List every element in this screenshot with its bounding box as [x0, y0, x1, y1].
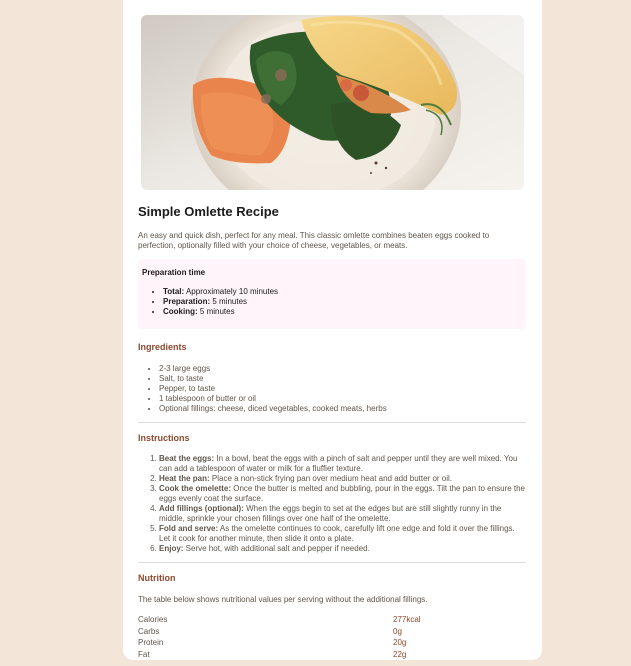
nutrition-value: 22g	[393, 649, 407, 659]
nutrition-value: 0g	[393, 626, 402, 636]
nutrition-table: Calories 277kcal Carbs 0g Protein 20g Fa…	[138, 615, 526, 660]
step-label: Fold and serve:	[159, 524, 219, 533]
ingredient-item: 2-3 large eggs	[159, 364, 526, 374]
step-label: Enjoy:	[159, 544, 184, 553]
step-text: Place a non-stick frying pan over medium…	[209, 474, 453, 483]
section-divider	[138, 422, 526, 423]
preparation-time-box: Preparation time Total: Approximately 10…	[138, 259, 526, 329]
nutrition-value: 277kcal	[393, 615, 421, 624]
nutrition-label: Fat	[138, 649, 150, 659]
nutrition-heading: Nutrition	[138, 573, 176, 583]
nutrition-value: 20g	[393, 638, 407, 647]
recipe-content: Simple Omlette Recipe An easy and quick …	[138, 204, 526, 660]
recipe-title: Simple Omlette Recipe	[138, 204, 279, 219]
table-row: Protein 20g	[138, 638, 526, 650]
step-text: Serve hot, with additional salt and pepp…	[183, 544, 370, 553]
prep-list: Total: Approximately 10 minutes Preparat…	[142, 287, 522, 317]
instruction-step: Enjoy: Serve hot, with additional salt a…	[159, 544, 526, 554]
ingredients-section: Ingredients 2-3 large eggs Salt, to tast…	[138, 342, 526, 414]
nutrition-section: Nutrition The table below shows nutritio…	[138, 573, 526, 660]
table-row: Calories 277kcal	[138, 615, 526, 627]
instructions-heading: Instructions	[138, 433, 190, 443]
ingredients-heading: Ingredients	[138, 342, 187, 352]
recipe-card: Simple Omlette Recipe An easy and quick …	[123, 0, 542, 660]
ingredient-item: 1 tablespoon of butter or oil	[159, 394, 526, 404]
section-divider	[138, 562, 526, 563]
nutrition-label: Calories	[138, 615, 168, 624]
instruction-step: Fold and serve: As the omelette continue…	[159, 524, 526, 544]
prep-item-label: Cooking:	[163, 307, 198, 316]
prep-item-total: Total: Approximately 10 minutes	[163, 287, 522, 297]
table-row: Carbs 0g	[138, 627, 526, 639]
prep-item-label: Preparation:	[163, 297, 211, 306]
prep-item-text: 5 minutes	[210, 297, 248, 306]
instructions-list: Beat the eggs: In a bowl, beat the eggs …	[138, 454, 526, 554]
ingredient-item: Pepper, to taste	[159, 384, 526, 394]
recipe-intro: An easy and quick dish, perfect for any …	[138, 231, 490, 250]
nutrition-label: Carbs	[138, 626, 160, 636]
ingredients-list: 2-3 large eggs Salt, to taste Pepper, to…	[138, 364, 526, 414]
prep-item-label: Total:	[163, 287, 185, 296]
ingredient-item: Optional fillings: cheese, diced vegetab…	[159, 404, 526, 414]
step-label: Heat the pan:	[159, 474, 210, 483]
nutrition-description: The table below shows nutritional values…	[138, 595, 428, 604]
table-row: Fat 22g	[138, 650, 526, 661]
prep-item-cooking: Cooking: 5 minutes	[163, 307, 522, 317]
step-label: Cook the omelette:	[159, 484, 232, 493]
prep-item-text: 5 minutes	[197, 307, 235, 316]
prep-item-text: Approximately 10 minutes	[184, 287, 279, 296]
ingredient-item: Salt, to taste	[159, 374, 526, 384]
omelette-image	[141, 15, 524, 190]
prep-heading: Preparation time	[142, 268, 206, 277]
instruction-step: Cook the omelette: Once the butter is me…	[159, 484, 526, 504]
step-label: Beat the eggs:	[159, 454, 215, 463]
instructions-section: Instructions Beat the eggs: In a bowl, b…	[138, 433, 526, 554]
nutrition-label: Protein	[138, 638, 164, 647]
instruction-step: Add fillings (optional): When the eggs b…	[159, 504, 526, 524]
step-label: Add fillings (optional):	[159, 504, 244, 513]
instruction-step: Beat the eggs: In a bowl, beat the eggs …	[159, 454, 526, 474]
prep-item-preparation: Preparation: 5 minutes	[163, 297, 522, 307]
instruction-step: Heat the pan: Place a non-stick frying p…	[159, 474, 526, 484]
